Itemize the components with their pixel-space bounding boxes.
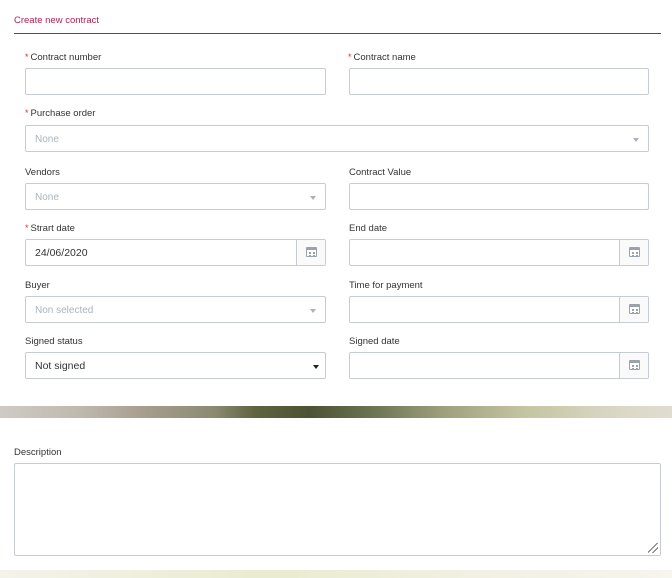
purchase-order-select[interactable]: None: [25, 125, 649, 152]
required-mark: *: [25, 223, 29, 233]
background-photo-strip: [0, 406, 672, 418]
start-date-input[interactable]: 24/06/2020: [25, 239, 326, 266]
end-date-input[interactable]: [349, 239, 649, 266]
signed-status-label: Signed status: [25, 336, 83, 347]
required-mark: *: [25, 52, 29, 62]
required-mark: *: [348, 52, 352, 62]
calendar-icon: [629, 247, 640, 257]
background-footer-strip: [0, 570, 672, 578]
time-for-payment-input[interactable]: [349, 296, 649, 323]
time-for-payment-label: Time for payment: [349, 280, 423, 291]
signed-date-calendar-button[interactable]: [619, 353, 648, 378]
contract-name-label: * Contract name: [348, 52, 416, 63]
chevron-down-icon: [310, 309, 316, 313]
description-textarea[interactable]: [14, 463, 661, 556]
chevron-down-icon: [633, 138, 639, 142]
caret-down-icon: [313, 365, 319, 369]
buyer-value: Non selected: [35, 305, 94, 316]
signed-date-input[interactable]: [349, 352, 649, 379]
end-date-calendar-button[interactable]: [619, 240, 648, 265]
chevron-down-icon: [310, 196, 316, 200]
end-date-label: End date: [349, 223, 388, 234]
contract-number-label: * Contract number: [25, 52, 102, 63]
signed-date-label: Signed date: [349, 336, 400, 347]
start-date-calendar-button[interactable]: [296, 240, 325, 265]
contract-name-input[interactable]: [349, 68, 649, 95]
calendar-icon: [306, 247, 317, 257]
form-title: Create new contract: [14, 15, 100, 26]
contract-number-input[interactable]: [25, 68, 326, 95]
resize-grip-icon[interactable]: [648, 543, 658, 553]
contract-value-input[interactable]: [349, 183, 649, 210]
purchase-order-label: * Purchase order: [25, 108, 96, 119]
buyer-label: Buyer: [25, 280, 50, 291]
contract-form-panel: Create new contract * Contract number * Co…: [0, 0, 672, 406]
time-for-payment-calendar-button[interactable]: [619, 297, 648, 322]
start-date-label: * Strart date: [25, 223, 75, 234]
signed-status-select[interactable]: Not signed: [25, 352, 326, 379]
vendors-value: None: [35, 192, 59, 203]
contract-value-label: Contract Value: [349, 167, 412, 178]
calendar-icon: [629, 304, 640, 314]
description-label: Description: [14, 447, 62, 458]
required-mark: *: [25, 108, 29, 118]
vendors-select[interactable]: None: [25, 183, 326, 210]
vendors-label: Vendors: [25, 167, 60, 178]
title-divider: [14, 33, 661, 34]
signed-status-value: Not signed: [35, 360, 86, 372]
start-date-value: 24/06/2020: [35, 247, 88, 259]
buyer-select[interactable]: Non selected: [25, 296, 326, 323]
calendar-icon: [629, 360, 640, 370]
purchase-order-value: None: [35, 134, 59, 145]
